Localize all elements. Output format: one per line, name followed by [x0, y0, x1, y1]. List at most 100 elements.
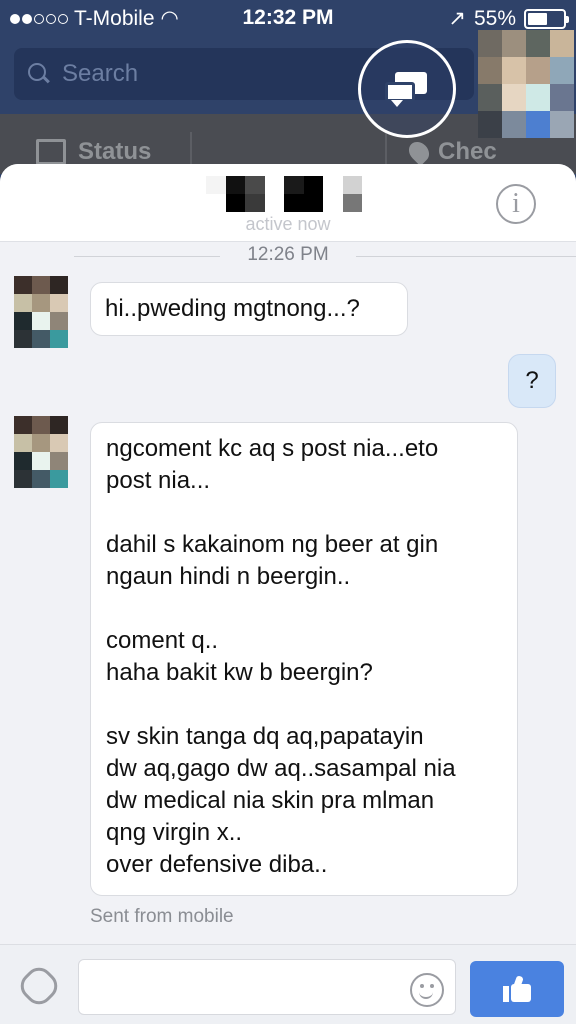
pixel-cell: [502, 30, 526, 57]
pixel-cell: [50, 294, 68, 312]
status-button[interactable]: Status: [36, 138, 151, 166]
pixel-cell: [502, 84, 526, 111]
like-button[interactable]: [470, 961, 564, 1017]
pixel-cell: [478, 57, 502, 84]
pencil-icon: [36, 139, 66, 165]
pixel-cell: [502, 57, 526, 84]
battery-percent: 55%: [473, 6, 516, 30]
pixel-cell: [550, 57, 574, 84]
checkin-label: Chec: [438, 138, 497, 165]
divider-line: [356, 256, 576, 257]
sent-from-label: Sent from mobile: [90, 906, 234, 927]
conversation-header: active now i: [0, 164, 576, 242]
message-text-line: coment q..: [106, 627, 219, 654]
pixel-cell: [206, 176, 226, 194]
pixel-cell: [264, 194, 284, 212]
pixel-cell: [303, 176, 323, 194]
battery-fill: [528, 12, 547, 25]
pixel-cell: [32, 416, 50, 434]
pixel-cell: [14, 416, 32, 434]
message-text-line: haha bakit kw b beergin?: [106, 659, 373, 686]
paperclip-icon[interactable]: [14, 961, 64, 1011]
pixel-cell: [526, 111, 550, 138]
battery-icon: [524, 8, 569, 29]
pixel-cell: [32, 294, 50, 312]
message-paragraph-gap: [106, 689, 502, 721]
pixel-cell: [14, 452, 32, 470]
message-text: hi..pweding mgtnong...?: [105, 295, 360, 322]
pixel-cell: [225, 194, 245, 212]
message-text-line: post nia...: [106, 467, 211, 494]
pixel-cell: [14, 434, 32, 452]
pixel-cell: [342, 176, 362, 194]
pixel-cell: [342, 194, 362, 212]
message-text-line: ngcoment kc aq s post nia...eto: [106, 435, 439, 462]
message-composer: [0, 944, 576, 1024]
pixel-cell: [284, 176, 304, 194]
sender-avatar[interactable]: [14, 416, 68, 488]
pixel-cell: [32, 470, 50, 488]
checkin-button[interactable]: Chec: [404, 137, 497, 167]
message-paragraph-gap: [106, 593, 502, 625]
message-text-line: qng virgin x..: [106, 819, 243, 846]
pixel-cell: [50, 416, 68, 434]
pixel-cell: [550, 84, 574, 111]
pixel-cell: [32, 276, 50, 294]
presence-status: active now: [245, 214, 331, 234]
conversation-card: active now i 12:26 PM hi..pweding mgtnon…: [0, 164, 576, 1024]
pixel-cell: [323, 194, 343, 212]
status-right: ↗ 55%: [448, 6, 569, 31]
message-bubble-incoming: hi..pweding mgtnong...?: [90, 282, 408, 336]
message-paragraph-gap: [106, 497, 502, 529]
chat-heads-icon: [385, 72, 429, 107]
message-text-line: dahil s kakainom ng beer at gin: [106, 531, 439, 558]
pixel-cell: [550, 30, 574, 57]
pixel-cell: [478, 30, 502, 57]
pixel-cell: [32, 330, 50, 348]
pixel-cell: [526, 84, 550, 111]
pixel-cell: [206, 194, 226, 212]
info-icon[interactable]: i: [496, 184, 536, 224]
pixel-cell: [50, 452, 68, 470]
pixel-cell: [50, 312, 68, 330]
message-text-line: dw aq,gago dw aq..sasampal nia: [106, 755, 456, 782]
sender-avatar[interactable]: [14, 276, 68, 348]
pixel-cell: [50, 434, 68, 452]
pixel-cell: [323, 176, 343, 194]
pixel-cell: [284, 194, 304, 212]
pixel-cell: [14, 294, 32, 312]
pixel-cell: [303, 194, 323, 212]
pixel-cell: [14, 330, 32, 348]
pixel-cell: [526, 57, 550, 84]
status-label: Status: [78, 138, 152, 165]
contact-name-blurred: [206, 176, 362, 212]
message-timestamp: 12:26 PM: [247, 244, 329, 265]
message-bubble-outgoing: ?: [508, 354, 556, 408]
message-text-line: dw medical nia skin pra mlman: [106, 787, 435, 814]
pixel-cell: [14, 470, 32, 488]
pixel-cell: [50, 276, 68, 294]
thumbs-up-icon: [503, 975, 531, 1002]
pixel-cell: [478, 111, 502, 138]
pixel-cell: [50, 330, 68, 348]
pixel-cell: [264, 176, 284, 194]
pixel-cell: [32, 434, 50, 452]
message-text-line: over defensive diba..: [106, 851, 328, 878]
pixel-cell: [32, 312, 50, 330]
pixel-cell: [50, 470, 68, 488]
pixel-cell: [225, 176, 245, 194]
chat-heads-button[interactable]: [358, 40, 456, 138]
message-text-line: ngaun hindi n beergin..: [106, 563, 351, 590]
pixel-cell: [245, 194, 265, 212]
pixel-cell: [502, 111, 526, 138]
chat-head-avatar[interactable]: [478, 30, 574, 138]
pixel-cell: [550, 111, 574, 138]
pixel-cell: [14, 312, 32, 330]
location-arrow-icon: ↗: [448, 7, 466, 30]
location-pin-icon: [404, 137, 434, 167]
pixel-cell: [32, 452, 50, 470]
message-input[interactable]: [78, 959, 456, 1015]
message-text: ?: [525, 367, 539, 394]
message-bubble-incoming: ngcoment kc aq s post nia...eto post nia.…: [90, 422, 518, 896]
smiley-icon[interactable]: [410, 973, 444, 1007]
